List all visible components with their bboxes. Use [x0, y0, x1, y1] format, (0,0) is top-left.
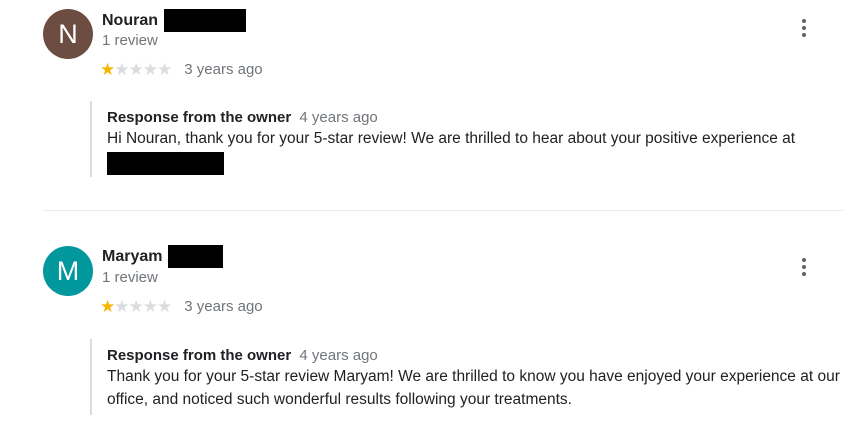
review-divider: [43, 210, 843, 211]
review-date: 3 years ago: [184, 298, 263, 315]
owner-response-text: Thank you for your 5-star review Maryam!…: [107, 368, 840, 408]
reviewer-name[interactable]: Nouran: [102, 12, 158, 30]
star-icon: ★: [157, 297, 172, 316]
review-count[interactable]: 1 review: [102, 269, 158, 286]
reviewer-name[interactable]: Maryam: [102, 248, 162, 266]
owner-response-date: 4 years ago: [299, 347, 378, 364]
owner-response: Response from the owner 4 years ago Hi N…: [90, 101, 857, 177]
reviewer-name-line: Maryam: [102, 245, 224, 268]
owner-response-header: Response from the owner 4 years ago: [107, 339, 857, 364]
star-icon: ★: [142, 297, 158, 316]
star-icon: ★: [128, 60, 144, 79]
more-vert-icon[interactable]: [795, 17, 813, 39]
star-rating: ★ ★ ★ ★ ★: [100, 297, 172, 316]
owner-response-label: Response from the owner: [107, 347, 292, 364]
star-icon: ★: [100, 60, 115, 79]
star-icon: ★: [100, 297, 115, 316]
rating-line: ★ ★ ★ ★ ★ 3 years ago: [100, 61, 263, 78]
review-date: 3 years ago: [184, 61, 263, 78]
reviewer-name-line: Nouran: [102, 9, 246, 32]
owner-response-date: 4 years ago: [299, 109, 378, 126]
star-icon: ★: [114, 60, 129, 79]
star-rating: ★ ★ ★ ★ ★: [100, 60, 172, 79]
star-icon: ★: [128, 297, 144, 316]
redacted-business-name: [107, 152, 224, 175]
redacted-surname: [168, 245, 224, 268]
owner-response-label: Response from the owner: [107, 109, 292, 126]
star-icon: ★: [142, 60, 158, 79]
owner-response-header: Response from the owner 4 years ago: [107, 101, 857, 126]
more-vert-icon[interactable]: [795, 256, 813, 278]
avatar[interactable]: N: [43, 9, 93, 59]
rating-line: ★ ★ ★ ★ ★ 3 years ago: [100, 298, 263, 315]
redacted-surname: [164, 9, 246, 32]
star-icon: ★: [114, 297, 129, 316]
avatar[interactable]: M: [43, 246, 93, 296]
owner-response: Response from the owner 4 years ago Than…: [90, 339, 857, 415]
star-icon: ★: [157, 60, 172, 79]
review-count[interactable]: 1 review: [102, 32, 158, 49]
owner-response-text: Hi Nouran, thank you for your 5-star rev…: [107, 130, 796, 147]
